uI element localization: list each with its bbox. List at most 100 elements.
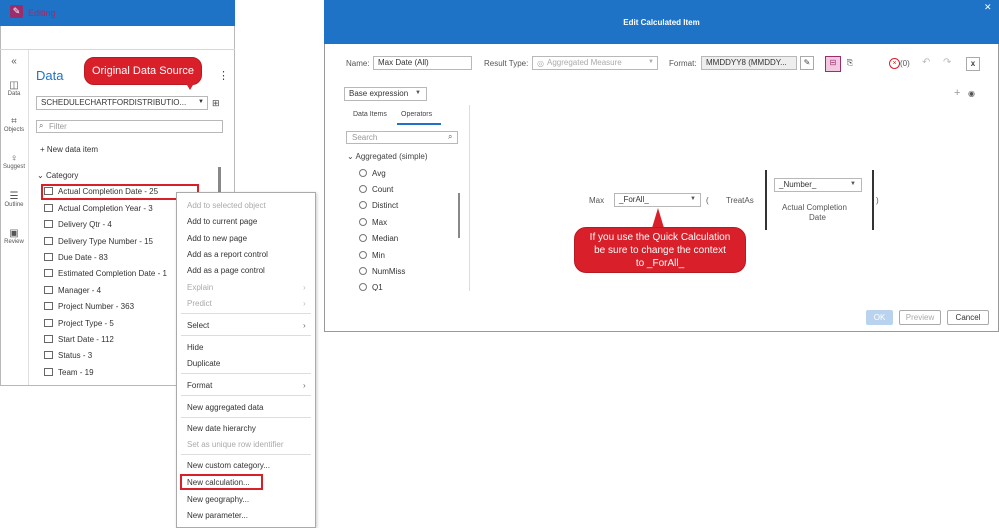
rail-item-objects[interactable]: ⌗ Objects: [0, 116, 28, 133]
chevron-right-icon: ›: [303, 299, 306, 308]
visual-mode-button[interactable]: ⊟: [825, 56, 841, 72]
collapse-icon[interactable]: «: [0, 56, 28, 67]
operator-item[interactable]: Median: [359, 234, 398, 243]
menu-item-add-to-current-page[interactable]: Add to current page: [187, 217, 257, 226]
menu-item-format[interactable]: Format: [187, 381, 212, 390]
operator-label: Q1: [372, 283, 383, 291]
search-input[interactable]: Search: [346, 131, 458, 144]
expression-paren: ): [876, 196, 879, 205]
filter-input[interactable]: Filter: [36, 120, 223, 133]
data-item[interactable]: Start Date - 112: [44, 333, 114, 347]
data-item-label: Project Number - 363: [58, 302, 135, 311]
add-icon[interactable]: +: [954, 87, 960, 99]
cancel-button[interactable]: Cancel: [947, 310, 989, 325]
operator-item[interactable]: Avg: [359, 169, 386, 178]
pencil-icon[interactable]: ✎: [10, 5, 23, 18]
category-icon: [44, 368, 53, 376]
rail-item-review[interactable]: ▣ Review: [0, 228, 28, 245]
menu-item-new-date-hierarchy[interactable]: New date hierarchy: [187, 424, 256, 433]
tab-operators[interactable]: Operators: [401, 111, 432, 118]
category-icon: [44, 351, 53, 359]
context-select[interactable]: _ForAll_: [614, 193, 701, 207]
menu-item-add-page-control[interactable]: Add as a page control: [187, 266, 265, 275]
callout-text: be sure to change the context: [594, 245, 726, 256]
data-item-label: Project Type - 5: [58, 319, 114, 328]
data-item[interactable]: Project Number - 363: [44, 300, 134, 314]
operator-group-label: Aggregated (simple): [355, 152, 428, 161]
number-type-select[interactable]: _Number_: [774, 178, 862, 192]
chevron-down-icon: ▼: [648, 59, 654, 65]
ok-button[interactable]: OK: [866, 310, 893, 325]
rail-item-outline[interactable]: ☰ Outline: [0, 191, 28, 208]
menu-item-add-report-control[interactable]: Add as a report control: [187, 250, 268, 259]
menu-item-select[interactable]: Select: [187, 321, 209, 330]
data-item[interactable]: Status - 3: [44, 349, 92, 363]
operator-item[interactable]: NumMiss: [359, 267, 405, 276]
data-item[interactable]: Due Date - 83: [44, 251, 108, 265]
edit-format-button[interactable]: ✎: [800, 56, 814, 70]
text-mode-button[interactable]: ⎘: [843, 57, 857, 71]
data-item-label: Manager - 4: [58, 286, 102, 295]
menu-item-duplicate[interactable]: Duplicate: [187, 359, 220, 368]
operator-icon: [359, 267, 367, 275]
review-icon: ▣: [9, 228, 19, 239]
tab-data-items[interactable]: Data Items: [353, 111, 387, 118]
data-item[interactable]: Actual Completion Year - 3: [44, 202, 153, 216]
new-data-item-button[interactable]: + New data item: [40, 145, 98, 154]
search-icon: ⌕: [448, 132, 453, 141]
date-icon: [44, 253, 53, 261]
error-count: (0): [900, 59, 910, 68]
expression-field[interactable]: Actual Completion: [782, 203, 847, 212]
data-source-menu-icon[interactable]: ⊞: [212, 98, 220, 109]
operator-icon: [359, 201, 367, 209]
operator-item[interactable]: Q1: [359, 283, 383, 291]
name-input[interactable]: Max Date (All): [373, 56, 472, 70]
function-icon[interactable]: x: [966, 57, 980, 71]
tab-indicator: [397, 123, 441, 125]
mode-label: Editing: [28, 8, 56, 18]
scrollbar[interactable]: [458, 193, 460, 238]
menu-item-hide[interactable]: Hide: [187, 343, 203, 352]
operator-item[interactable]: Max: [359, 218, 387, 227]
operator-item[interactable]: Distinct: [359, 201, 398, 210]
menu-item-add-to-new-page[interactable]: Add to new page: [187, 234, 247, 243]
category-group[interactable]: ⌄ Category: [37, 171, 78, 180]
category-icon: [44, 237, 53, 245]
highlight-box: [180, 474, 263, 490]
redo-icon[interactable]: ↷: [943, 57, 951, 68]
data-icon: ◫: [9, 80, 19, 91]
category-label: Category: [45, 171, 79, 180]
close-icon[interactable]: ✕: [984, 2, 992, 13]
menu-item-new-parameter[interactable]: New parameter...: [187, 511, 248, 520]
chevron-down-icon: ▼: [690, 196, 696, 202]
data-item[interactable]: Project Type - 5: [44, 317, 114, 331]
rail-item-data[interactable]: ◫ Data: [0, 80, 28, 97]
category-icon: [44, 286, 53, 294]
menu-item-new-custom-category[interactable]: New custom category...: [187, 461, 270, 470]
operator-label: Median: [372, 234, 399, 243]
data-item-label: Due Date - 83: [58, 253, 108, 262]
undo-icon[interactable]: ↶: [922, 57, 930, 68]
data-item-label: Team - 19: [58, 368, 94, 377]
data-item[interactable]: Team - 19: [44, 366, 94, 380]
operator-item[interactable]: Count: [359, 185, 393, 194]
side-rail: « ◫ Data ⌗ Objects ♀ Suggest ☰ Outline ▣ Revi…: [0, 50, 29, 385]
data-item[interactable]: Estimated Completion Date - 1: [44, 267, 167, 281]
rail-label: Review: [4, 239, 24, 245]
operator-group[interactable]: ⌄ Aggregated (simple): [347, 152, 428, 161]
menu-item-new-aggregated-data[interactable]: New aggregated data: [187, 403, 264, 412]
search-icon: ⌕: [39, 121, 44, 130]
data-item[interactable]: Delivery Qtr - 4: [44, 218, 112, 232]
more-options-icon[interactable]: ⋮: [218, 69, 229, 82]
expression-field[interactable]: Date: [809, 213, 826, 222]
help-icon[interactable]: ◉: [968, 89, 975, 98]
data-item-label: Estimated Completion Date - 1: [58, 269, 167, 278]
data-item[interactable]: Delivery Type Number - 15: [44, 235, 153, 249]
rail-label: Outline: [4, 202, 24, 208]
operator-item[interactable]: Min: [359, 251, 385, 260]
rail-item-suggest[interactable]: ♀ Suggest: [0, 153, 28, 170]
data-item[interactable]: Manager - 4: [44, 284, 101, 298]
preview-button[interactable]: Preview: [899, 310, 941, 325]
data-source-select[interactable]: SCHEDULECHARTFORDISTRIBUTIO...: [36, 96, 208, 110]
menu-item-new-geography[interactable]: New geography...: [187, 495, 249, 504]
